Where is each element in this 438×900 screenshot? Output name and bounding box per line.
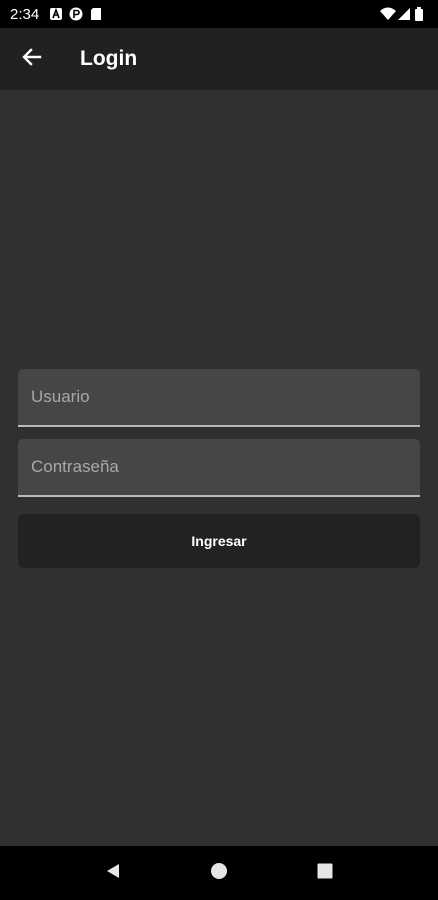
signal-icon: [397, 7, 411, 21]
login-button[interactable]: Ingresar: [18, 514, 420, 568]
sd-card-icon: [89, 7, 103, 21]
battery-icon: [414, 7, 428, 21]
username-field[interactable]: [18, 369, 420, 427]
app-bar: Login: [0, 28, 438, 90]
back-button[interactable]: [0, 28, 64, 90]
page-title: Login: [80, 47, 138, 70]
password-field[interactable]: [18, 439, 420, 497]
nav-recents-button[interactable]: [305, 853, 345, 893]
status-bar: 2:34: [0, 0, 438, 28]
p-notification-icon: [69, 7, 83, 21]
username-input[interactable]: [31, 369, 420, 425]
back-triangle-icon: [104, 862, 122, 885]
notification-icons: [49, 7, 103, 21]
password-input[interactable]: [31, 439, 420, 495]
nav-home-button[interactable]: [199, 853, 239, 893]
home-circle-icon: [210, 862, 228, 885]
wifi-icon: [380, 7, 396, 21]
recents-square-icon: [316, 862, 334, 885]
a-notification-icon: [49, 7, 63, 21]
system-status-icons: [380, 7, 428, 21]
arrow-back-icon: [22, 47, 42, 72]
nav-back-button[interactable]: [93, 853, 133, 893]
status-time: 2:34: [10, 5, 40, 23]
login-screen: 2:34 Login Usuario Ingresar: [0, 0, 438, 900]
system-nav-bar: [0, 846, 438, 900]
